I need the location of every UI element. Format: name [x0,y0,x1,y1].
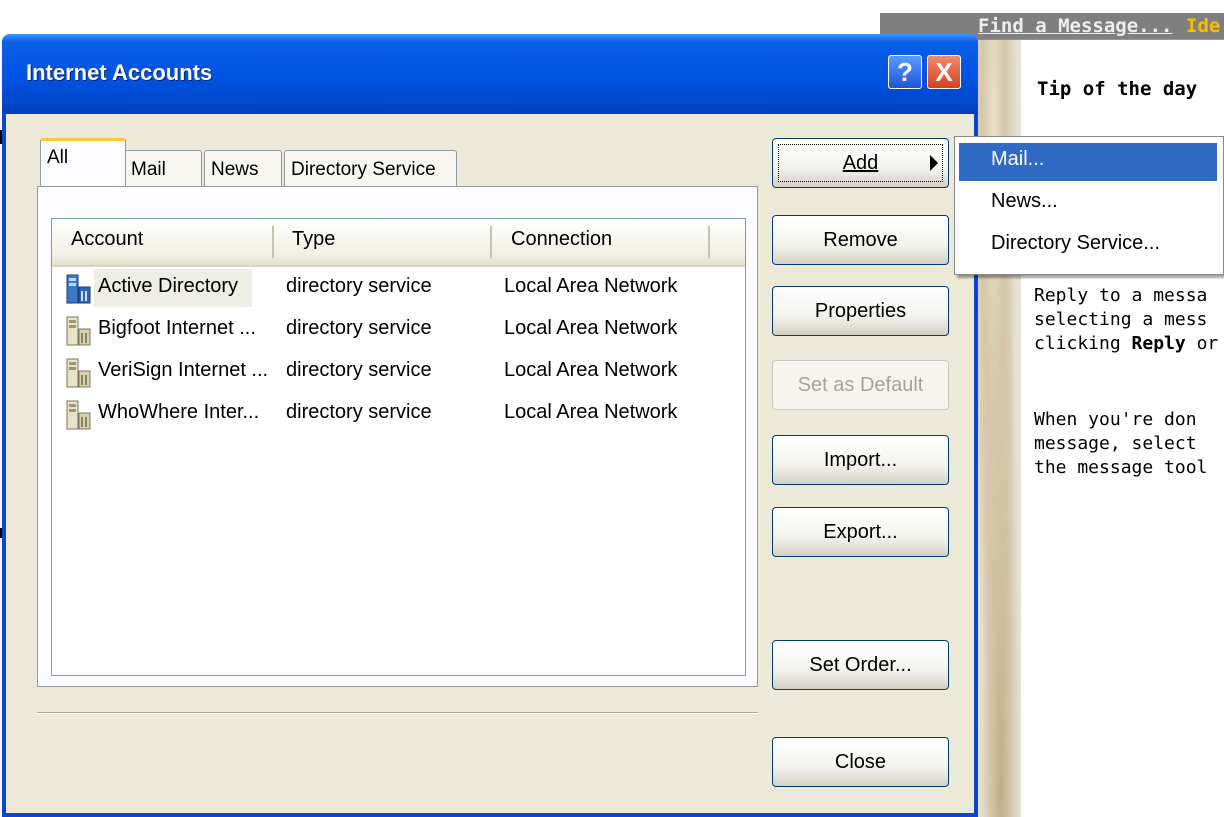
account-type: directory service [286,359,432,381]
set-as-default-button[interactable]: Set as Default [772,360,949,410]
column-divider[interactable] [708,226,710,258]
question-icon: ? [897,56,913,87]
focus-rectangle [778,144,943,182]
column-header-account[interactable]: Account [71,228,143,251]
remove-button[interactable]: Remove [772,215,949,265]
tip-line: message, select [1034,433,1197,454]
tip-line: When you're don [1034,409,1197,430]
tip-line: the message tool [1034,457,1208,478]
close-icon: X [935,56,953,87]
tab-label: All [47,147,69,168]
export-button[interactable]: Export... [772,507,949,557]
dialog-title: Internet Accounts [26,60,213,85]
submenu-arrow-icon [930,155,938,171]
help-button[interactable]: ? [888,55,922,89]
tab-all[interactable]: All [40,138,126,186]
close-button-label: Close [834,750,887,773]
tab-news[interactable]: News [204,150,282,186]
close-button[interactable]: Close [772,737,949,787]
import-button[interactable]: Import... [772,435,949,485]
column-divider[interactable] [272,226,274,258]
account-connection: Local Area Network [504,359,678,381]
tip-text: or [1185,333,1219,354]
directory-service-icon [66,274,91,304]
tip-line: selecting a mess [1034,309,1208,330]
tip-bold-word: Reply [1131,333,1186,354]
table-row[interactable]: Bigfoot Internet ... directory service L… [52,309,745,351]
account-connection: Local Area Network [504,317,678,339]
tab-label: Mail [131,159,166,180]
account-type: directory service [286,317,432,339]
find-message-link[interactable]: Find a Message... [978,15,1172,37]
directory-service-icon [66,316,91,346]
account-name: Bigfoot Internet ... [98,317,256,339]
account-name: Active Directory [98,275,239,297]
column-divider[interactable] [490,226,492,258]
table-row[interactable]: Active Directory directory service Local… [52,267,745,309]
set-as-default-button-label: Set as Default [797,373,924,396]
menu-item-label: Mail... [991,148,1045,170]
account-name: VeriSign Internet ... [98,359,269,381]
tab-mail[interactable]: Mail [124,150,202,186]
properties-button-label: Properties [814,299,907,322]
add-submenu: Mail... News... Directory Service... [954,136,1224,275]
set-order-button[interactable]: Set Order... [772,640,949,690]
tip-line: clicking Reply or [1034,332,1218,356]
menu-item-label: News... [991,190,1058,212]
directory-service-icon [66,358,91,388]
account-connection: Local Area Network [504,401,678,423]
directory-service-icon [66,400,91,430]
import-button-label: Import... [823,448,898,471]
column-header-connection[interactable]: Connection [511,228,612,251]
menu-item-mail[interactable]: Mail... [959,143,1217,181]
menu-item-label: Directory Service... [991,232,1160,254]
tip-text: clicking [1034,333,1132,354]
menu-item-news[interactable]: News... [959,185,1217,223]
account-type: directory service [286,401,432,423]
export-button-label: Export... [823,520,898,543]
list-header: Account Type Connection [52,219,745,267]
add-button[interactable]: Add [772,138,949,188]
set-order-button-label: Set Order... [809,653,912,676]
tab-label: Directory Service [291,159,436,180]
account-type: directory service [286,275,432,297]
properties-button[interactable]: Properties [772,286,949,336]
tab-directory-service[interactable]: Directory Service [284,150,457,186]
menu-item-directory-service[interactable]: Directory Service... [959,227,1217,265]
remove-button-label: Remove [823,228,898,251]
table-row[interactable]: WhoWhere Inter... directory service Loca… [52,393,745,435]
account-name: WhoWhere Inter... [98,401,260,423]
tip-line: Reply to a messa [1034,285,1208,306]
table-row[interactable]: VeriSign Internet ... directory service … [52,351,745,393]
close-window-button[interactable]: X [927,55,961,89]
identities-link[interactable]: Ide [1186,15,1220,37]
tab-label: News [211,159,259,180]
account-connection: Local Area Network [504,275,678,297]
column-header-type[interactable]: Type [292,228,335,251]
accounts-list[interactable]: Account Type Connection Active Directory… [51,218,746,676]
separator [37,712,758,714]
tip-title: Tip of the day [1037,78,1198,100]
